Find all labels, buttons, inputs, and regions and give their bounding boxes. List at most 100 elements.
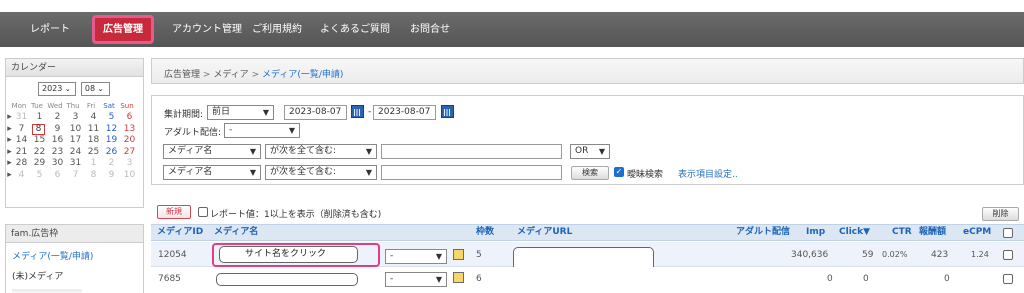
site-name-link[interactable]: サイト名をクリック [219,246,358,263]
calendar-day[interactable]: 10 [68,124,83,135]
col-click[interactable]: Click▼ [839,224,870,241]
calendar-week: ▸ 7 8 9 10 11 12 13 [6,123,145,136]
new-button[interactable]: 新規 [157,205,191,219]
row-status-select[interactable]: - ▼ [385,272,447,287]
logic-select[interactable]: OR ▼ [570,144,610,159]
row-slots: 6 [476,274,482,284]
show-option-checkbox[interactable] [198,207,208,217]
calendar-icon[interactable] [441,105,454,118]
year-select[interactable]: 2023 ⌄ [38,82,76,96]
nav-faq[interactable]: よくあるご質問 [320,12,390,47]
calendar-selects: 2023 ⌄ 08 ⌄ [38,82,110,96]
site-name-link[interactable] [216,273,358,286]
calendar-day[interactable]: 4 [14,170,29,181]
calendar-day[interactable]: 28 [14,158,29,169]
search-button[interactable]: 検索 [571,166,609,180]
calendar-day[interactable]: 1 [32,112,47,123]
sidebar-link-media-list[interactable]: メディア(一覧/申請) [12,249,93,262]
calendar-day[interactable]: 17 [68,135,83,146]
calendar-day[interactable]: 9 [50,124,65,135]
calendar-day[interactable]: 21 [14,147,29,158]
calendar-day[interactable]: 24 [68,147,83,158]
calendar-day[interactable]: 9 [104,170,119,181]
date-from-input[interactable]: 2023-08-07 [284,105,347,120]
calendar-day[interactable]: 2 [104,158,119,169]
calendar-icon[interactable] [351,105,364,118]
calendar-day[interactable]: 5 [104,112,119,123]
condition2-text-input[interactable] [381,165,562,180]
condition1-operator-select[interactable]: が次を全て含む: ▼ [265,144,377,159]
calendar-day[interactable]: 2 [50,112,65,123]
col-media-name[interactable]: メディア名 [214,224,258,241]
nav-report[interactable]: レポート [30,12,70,47]
sidebar-link-unregistered-media[interactable]: (未)メディア [12,269,63,282]
calendar-day[interactable]: 18 [86,135,101,146]
breadcrumb-root[interactable]: 広告管理 [164,70,200,80]
calendar-day[interactable]: 29 [32,158,47,169]
fuzzy-search-checkbox[interactable]: ✓ [614,167,624,177]
col-media-id[interactable]: メディアID [157,224,203,241]
calendar-day[interactable]: 22 [32,147,47,158]
calendar-day[interactable]: 15 [32,135,47,146]
condition2-field-select[interactable]: メディア名 ▼ [163,165,261,180]
month-select[interactable]: 08 ⌄ [80,82,110,96]
calendar-day[interactable]: 4 [86,112,101,123]
calendar-day[interactable]: 6 [50,170,65,181]
nav-terms[interactable]: ご利用規約 [252,12,302,47]
calendar-day[interactable]: 8 [32,123,45,135]
show-option-label: レポート値：1以上を表示（削除済も含む) [210,210,382,220]
ad-slot-box: fam.広告枠 メディア(一覧/申請) (未)メディア [5,224,144,293]
calendar-week: ▸ 4 5 6 7 8 9 10 [6,170,145,182]
row-ecpm: 1.24 [971,250,989,259]
calendar-day[interactable]: 31 [14,112,29,123]
select-all-checkbox[interactable] [1003,228,1013,238]
calendar-day[interactable]: 13 [122,124,137,135]
adult-select[interactable]: - ▼ [224,123,300,138]
col-imp[interactable]: Imp [806,224,825,241]
nav-ad-management[interactable]: 広告管理 [92,15,154,44]
calendar-day[interactable]: 27 [122,147,137,158]
calendar-day[interactable]: 7 [14,124,29,135]
col-adult[interactable]: アダルト配信 [736,224,790,241]
col-media-url[interactable]: メディアURL [517,224,572,241]
edit-icon[interactable] [453,272,464,283]
calendar-day[interactable]: 25 [86,147,101,158]
weekday-label: Fri [86,102,96,110]
nav-account[interactable]: アカウント管理 [172,12,242,47]
calendar-day[interactable]: 31 [68,158,83,169]
row-checkbox[interactable] [1003,250,1013,260]
row-status-select[interactable]: - ▼ [385,249,447,264]
calendar-day[interactable]: 19 [104,135,119,146]
calendar-day[interactable]: 23 [50,147,65,158]
calendar-day[interactable]: 3 [122,158,137,169]
breadcrumb-parent[interactable]: メディア [213,70,248,80]
calendar-day[interactable]: 16 [50,135,65,146]
calendar-day[interactable]: 30 [50,158,65,169]
delete-button[interactable]: 削除 [982,207,1019,221]
nav-contact[interactable]: お問合せ [410,12,450,47]
col-slots[interactable]: 枠数 [476,224,494,241]
calendar-day[interactable]: 12 [104,124,119,135]
date-to-input[interactable]: 2023-08-07 [373,105,436,120]
col-ecpm[interactable]: eCPM [963,224,991,241]
calendar-day[interactable]: 3 [68,112,83,123]
edit-icon[interactable] [453,249,464,260]
calendar-day[interactable]: 8 [86,170,101,181]
calendar-day[interactable]: 26 [104,147,119,158]
calendar-day[interactable]: 7 [68,170,83,181]
calendar-day[interactable]: 5 [32,170,47,181]
condition1-field-select[interactable]: メディア名 ▼ [163,144,261,159]
calendar-day[interactable]: 10 [122,170,137,181]
row-checkbox[interactable] [1003,274,1013,284]
condition1-text-input[interactable] [381,144,562,159]
condition2-operator-select[interactable]: が次を全て含む: ▼ [265,165,377,180]
calendar-day[interactable]: 6 [122,112,137,123]
period-select[interactable]: 前日 ▼ [207,105,274,120]
calendar-day[interactable]: 1 [86,158,101,169]
col-ctr[interactable]: CTR [892,224,912,241]
calendar-day[interactable]: 14 [14,135,29,146]
calendar-day[interactable]: 11 [86,124,101,135]
col-reward[interactable]: 報酬額 [919,224,946,241]
calendar-day[interactable]: 20 [122,135,137,146]
display-settings-link[interactable]: 表示項目設定.. [678,167,738,180]
